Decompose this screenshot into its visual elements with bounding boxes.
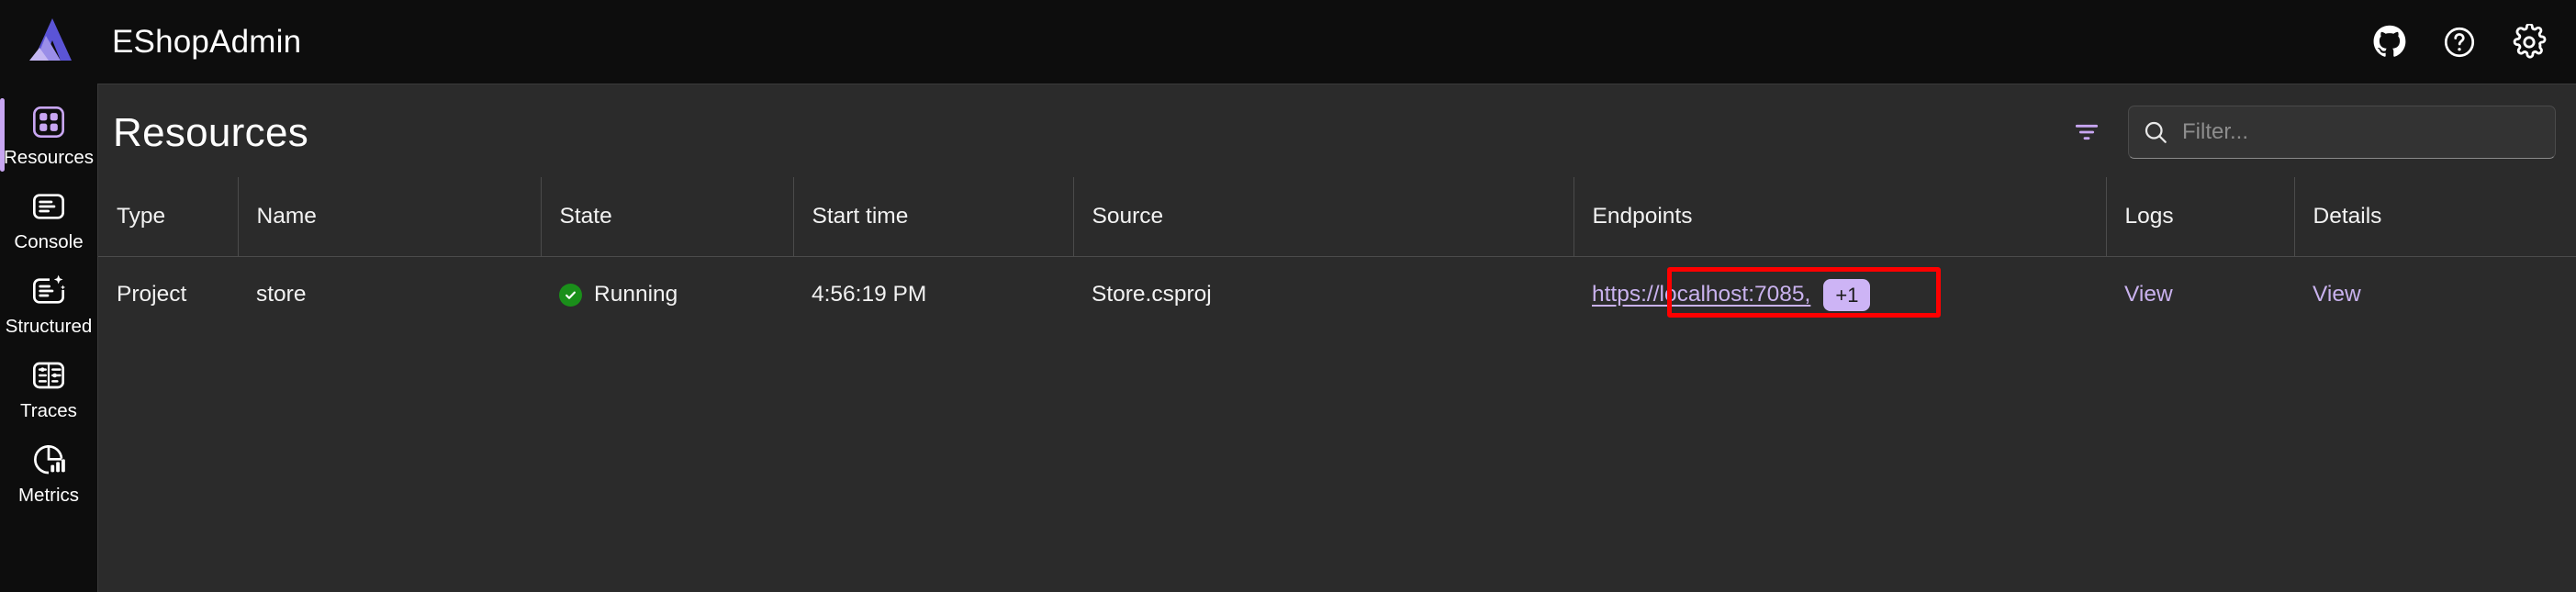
cell-logs: View	[2106, 256, 2294, 333]
structured-icon	[28, 271, 69, 311]
column-header-source[interactable]: Source	[1072, 177, 1574, 257]
app-title: EShopAdmin	[112, 24, 302, 60]
column-header-start-time[interactable]: Start time	[792, 177, 1073, 257]
status-ok-icon	[559, 283, 582, 307]
panel-toolbar	[2066, 106, 2556, 159]
cell-endpoints: https://localhost:7085, +1	[1574, 256, 2106, 333]
table-body: Project store Running 4:56:19 PM Store.c…	[98, 256, 2576, 333]
endpoint-link[interactable]: https://localhost:7085,	[1592, 282, 1810, 307]
filter-icon[interactable]	[2066, 111, 2108, 153]
search-input[interactable]	[2182, 119, 2542, 145]
resources-table: Type Name State Start time Source Endpoi…	[98, 177, 2576, 333]
column-header-type[interactable]: Type	[98, 177, 238, 257]
settings-icon[interactable]	[2508, 21, 2550, 63]
resources-panel: Resources Filter... Type Name State Star…	[97, 84, 2576, 592]
page-title: Resources	[113, 110, 309, 155]
sidebar-item-label: Metrics	[17, 485, 80, 507]
sidebar-item-resources[interactable]: Resources	[0, 93, 97, 177]
search-icon	[2142, 118, 2169, 146]
column-header-endpoints[interactable]: Endpoints	[1573, 177, 2106, 257]
aspire-logo	[24, 15, 81, 68]
sidebar-item-metrics[interactable]: Metrics	[0, 430, 97, 515]
aspire-dashboard: EShopAdmin Resources Console Structured …	[0, 0, 2576, 592]
logs-view-link[interactable]: View	[2124, 282, 2173, 307]
column-header-state[interactable]: State	[540, 177, 793, 257]
cell-details: View	[2294, 256, 2576, 333]
top-header: EShopAdmin	[0, 0, 2576, 84]
cell-name: store	[256, 282, 307, 307]
cell-type: Project	[117, 282, 187, 307]
column-header-logs[interactable]: Logs	[2105, 177, 2294, 257]
cell-start-time: 4:56:19 PM	[812, 282, 927, 307]
table-header: Type Name State Start time Source Endpoi…	[98, 177, 2576, 257]
sidebar-nav: Resources Console Structured Traces Metr…	[0, 84, 97, 592]
console-icon	[28, 186, 69, 227]
sidebar-item-traces[interactable]: Traces	[0, 346, 97, 430]
resources-icon	[28, 102, 69, 142]
traces-icon	[28, 355, 69, 396]
sidebar-item-label: Structured	[5, 316, 93, 338]
header-actions	[2369, 0, 2550, 84]
status-badge: Running	[594, 282, 678, 307]
github-icon[interactable]	[2369, 21, 2411, 63]
metrics-icon	[28, 440, 69, 480]
sidebar-item-label: Console	[14, 231, 84, 253]
cell-source: Store.csproj	[1092, 282, 1212, 307]
column-header-name[interactable]: Name	[237, 177, 541, 257]
sidebar-item-label: Resources	[4, 147, 94, 169]
panel-header: Resources	[98, 84, 2576, 177]
column-header-details[interactable]: Details	[2293, 177, 2576, 257]
endpoint-more-badge[interactable]: +1	[1823, 278, 1871, 311]
sidebar-item-console[interactable]: Console	[0, 177, 97, 262]
sidebar-item-label: Traces	[20, 400, 77, 422]
filter-search-box[interactable]	[2128, 106, 2556, 159]
cell-state: Running	[541, 256, 793, 333]
table-row[interactable]: Project store Running 4:56:19 PM Store.c…	[98, 256, 2576, 333]
details-view-link[interactable]: View	[2313, 282, 2361, 307]
sidebar-item-structured[interactable]: Structured	[0, 262, 97, 346]
help-icon[interactable]	[2438, 21, 2481, 63]
